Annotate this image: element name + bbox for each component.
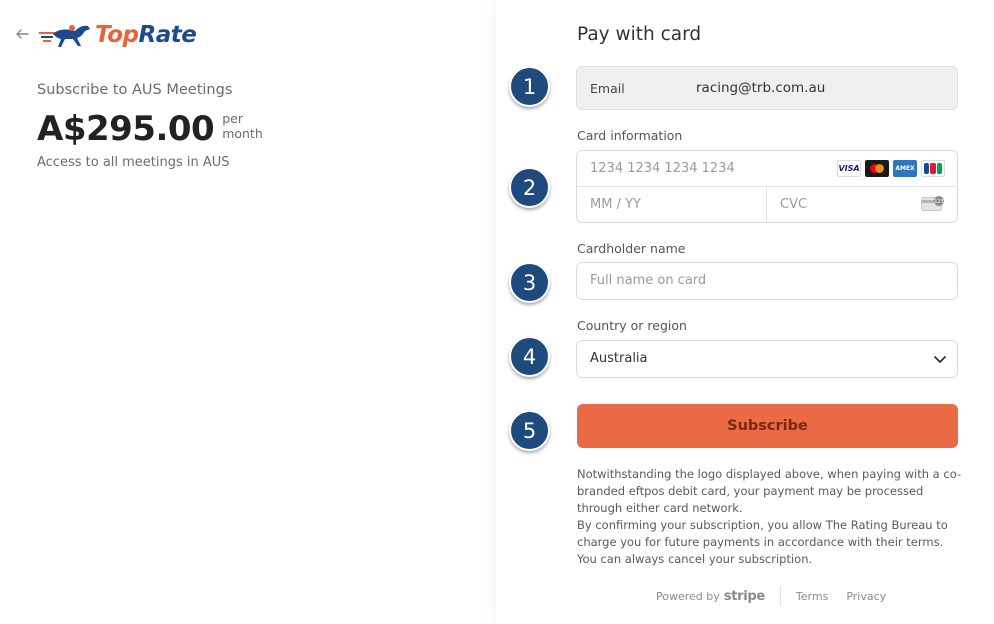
billing-period: per month xyxy=(222,111,263,141)
privacy-link[interactable]: Privacy xyxy=(846,590,886,603)
period-line-1: per xyxy=(222,111,243,126)
country-select[interactable]: Australia xyxy=(576,340,958,378)
toprate-logo[interactable]: TopRate xyxy=(37,18,197,52)
cardholder-name-input[interactable]: Full name on card xyxy=(576,262,958,300)
visa-icon: VISA xyxy=(837,160,861,177)
payment-panel: Pay with card 1 2 3 4 5 Email racing@trb… xyxy=(496,0,994,624)
svg-text:123: 123 xyxy=(934,199,944,205)
cvc-placeholder: CVC xyxy=(780,197,808,212)
amex-icon: AMEX xyxy=(893,160,917,177)
order-summary-panel: TopRate Subscribe to AUS Meetings A$295.… xyxy=(0,0,496,624)
email-value: racing@trb.com.au xyxy=(696,80,826,96)
pay-title: Pay with card xyxy=(577,24,702,45)
card-info-group: 1234 1234 1234 1234 VISA AMEX MM / YY CV… xyxy=(576,150,958,223)
price-row: A$295.00 per month xyxy=(37,108,263,150)
legal-paragraph-1: Notwithstanding the logo displayed above… xyxy=(577,467,962,515)
period-line-2: month xyxy=(222,126,263,141)
email-label: Email xyxy=(590,80,625,96)
expiry-placeholder: MM / YY xyxy=(590,197,641,212)
product-subtitle: Subscribe to AUS Meetings xyxy=(37,82,233,98)
powered-by-label: Powered by xyxy=(656,589,720,603)
logo-part-rate: Rate xyxy=(138,22,197,48)
legal-paragraph-2: By confirming your subscription, you all… xyxy=(577,518,948,566)
step-badge-5: 5 xyxy=(509,410,550,451)
legal-text: Notwithstanding the logo displayed above… xyxy=(577,466,962,568)
step-badge-3: 3 xyxy=(509,262,550,303)
cvc-card-icon: 123 xyxy=(921,196,944,211)
mastercard-icon xyxy=(865,160,889,177)
step-badge-1: 1 xyxy=(509,66,550,107)
logo-wordmark: TopRate xyxy=(95,22,197,48)
card-number-placeholder: 1234 1234 1234 1234 xyxy=(590,161,735,176)
step-badge-2: 2 xyxy=(509,167,550,208)
stripe-logo[interactable]: stripe xyxy=(724,589,765,604)
card-info-label: Card information xyxy=(577,128,683,143)
racehorse-logo-icon xyxy=(39,25,90,47)
country-label: Country or region xyxy=(577,318,687,333)
chevron-down-icon xyxy=(934,356,946,363)
step-badge-4: 4 xyxy=(509,336,550,377)
cardholder-placeholder: Full name on card xyxy=(590,273,707,288)
product-description: Access to all meetings in AUS xyxy=(37,155,230,170)
footer: Powered by stripe Terms Privacy xyxy=(656,586,904,606)
logo-part-top: Top xyxy=(95,22,139,48)
footer-divider xyxy=(779,586,781,606)
terms-link[interactable]: Terms xyxy=(796,590,828,603)
card-expiry-input[interactable]: MM / YY xyxy=(577,187,767,222)
back-arrow-icon[interactable] xyxy=(14,26,30,42)
subscribe-button[interactable]: Subscribe xyxy=(577,404,958,448)
jcb-icon xyxy=(921,160,945,177)
card-cvc-input[interactable]: CVC 123 xyxy=(767,187,957,222)
cardholder-label: Cardholder name xyxy=(577,241,686,256)
price: A$295.00 xyxy=(37,109,215,149)
card-brands: VISA AMEX xyxy=(837,160,945,177)
card-number-input[interactable]: 1234 1234 1234 1234 VISA AMEX xyxy=(577,151,957,187)
country-value: Australia xyxy=(590,351,648,366)
email-field[interactable]: Email racing@trb.com.au xyxy=(576,66,958,110)
